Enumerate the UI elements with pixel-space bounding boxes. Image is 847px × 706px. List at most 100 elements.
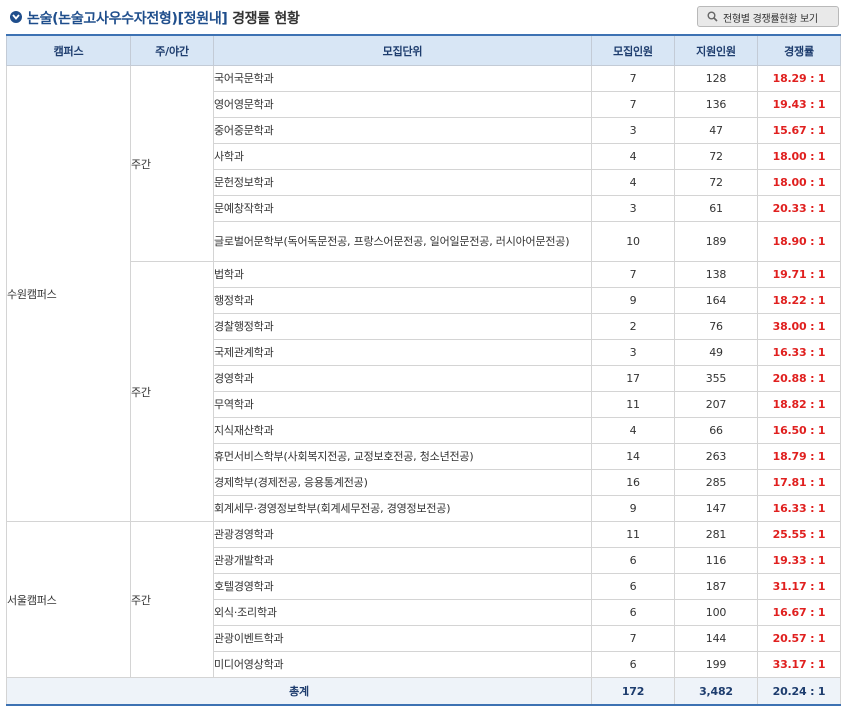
unit-cell: 경제학부(경제전공, 응용통계전공) <box>213 469 592 496</box>
chevron-circle-icon <box>10 11 22 23</box>
unit-cell: 무역학과 <box>213 391 592 418</box>
unit-cell: 미디어영상학과 <box>213 651 592 678</box>
unit-cell: 경영학과 <box>213 365 592 392</box>
applicants-cell: 199 <box>674 651 758 678</box>
title-bar: 논술(논술고사우수자전형)[정원내] 경쟁률 현황 전형별 경쟁률현황 보기 <box>8 6 841 30</box>
col-header-unit: 모집단위 <box>213 34 592 66</box>
applicants-cell: 100 <box>674 599 758 626</box>
unit-cell: 회계세무·경영정보학부(회계세무전공, 경영정보전공) <box>213 495 592 522</box>
ratio-cell: 38.00 : 1 <box>757 313 841 340</box>
unit-cell: 관광이벤트학과 <box>213 625 592 652</box>
unit-cell: 외식·조리학과 <box>213 599 592 626</box>
applicants-cell: 76 <box>674 313 758 340</box>
unit-cell: 법학과 <box>213 261 592 288</box>
ratio-cell: 18.22 : 1 <box>757 287 841 314</box>
unit-cell: 국제관계학과 <box>213 339 592 366</box>
quota-cell: 17 <box>591 365 675 392</box>
total-row: 총계 172 3,482 20.24 : 1 <box>6 677 841 706</box>
page-title: 논술(논술고사우수자전형)[정원내] 경쟁률 현황 <box>27 8 300 28</box>
table-header-row: 캠퍼스 주/야간 모집단위 모집인원 지원인원 경쟁률 <box>6 34 841 66</box>
unit-cell: 행정학과 <box>213 287 592 314</box>
quota-cell: 6 <box>591 547 675 574</box>
ratio-cell: 33.17 : 1 <box>757 651 841 678</box>
quota-cell: 6 <box>591 599 675 626</box>
col-header-quota: 모집인원 <box>591 34 675 66</box>
ratio-cell: 20.57 : 1 <box>757 625 841 652</box>
ratio-cell: 20.88 : 1 <box>757 365 841 392</box>
applicants-cell: 187 <box>674 573 758 600</box>
applicants-cell: 147 <box>674 495 758 522</box>
daynight-cell: 주간 <box>130 261 214 522</box>
total-ratio-cell: 20.24 : 1 <box>757 677 841 706</box>
unit-cell: 글로벌어문학부(독어독문전공, 프랑스어문전공, 일어일문전공, 러시아어문전공… <box>213 221 592 262</box>
ratio-cell: 19.33 : 1 <box>757 547 841 574</box>
ratio-cell: 15.67 : 1 <box>757 117 841 144</box>
ratio-cell: 18.90 : 1 <box>757 221 841 262</box>
unit-cell: 문헌정보학과 <box>213 169 592 196</box>
quota-cell: 16 <box>591 469 675 496</box>
quota-cell: 2 <box>591 313 675 340</box>
applicants-cell: 66 <box>674 417 758 444</box>
quota-cell: 10 <box>591 221 675 262</box>
applicants-cell: 72 <box>674 169 758 196</box>
unit-cell: 국어국문학과 <box>213 65 592 92</box>
unit-cell: 휴먼서비스학부(사회복지전공, 교정보호전공, 청소년전공) <box>213 443 592 470</box>
quota-cell: 14 <box>591 443 675 470</box>
ratio-cell: 19.71 : 1 <box>757 261 841 288</box>
col-header-campus: 캠퍼스 <box>6 34 131 66</box>
quota-cell: 4 <box>591 417 675 444</box>
ratio-cell: 16.33 : 1 <box>757 339 841 366</box>
unit-cell: 문예창작학과 <box>213 195 592 222</box>
quota-cell: 3 <box>591 339 675 366</box>
ratio-cell: 19.43 : 1 <box>757 91 841 118</box>
applicants-cell: 128 <box>674 65 758 92</box>
unit-cell: 관광개발학과 <box>213 547 592 574</box>
campus-cell: 수원캠퍼스 <box>6 65 131 522</box>
ratio-cell: 18.82 : 1 <box>757 391 841 418</box>
campus-cell: 서울캠퍼스 <box>6 521 131 678</box>
unit-cell: 경찰행정학과 <box>213 313 592 340</box>
daynight-cell: 주간 <box>130 65 214 262</box>
page-title-highlight: 논술(논술고사우수자전형)[정원내] <box>27 11 228 27</box>
quota-cell: 7 <box>591 91 675 118</box>
quota-cell: 9 <box>591 287 675 314</box>
table-body: 수원캠퍼스 주간 국어국문학과 7 128 18.29 : 1 영어영문학과 7 136 19.4… <box>6 65 841 706</box>
quota-cell: 6 <box>591 573 675 600</box>
quota-cell: 6 <box>591 651 675 678</box>
applicants-cell: 136 <box>674 91 758 118</box>
ratio-cell: 16.67 : 1 <box>757 599 841 626</box>
applicants-cell: 263 <box>674 443 758 470</box>
ratio-cell: 18.29 : 1 <box>757 65 841 92</box>
applicants-cell: 164 <box>674 287 758 314</box>
unit-cell: 영어영문학과 <box>213 91 592 118</box>
unit-cell: 사학과 <box>213 143 592 170</box>
applicants-cell: 49 <box>674 339 758 366</box>
ratio-cell: 18.00 : 1 <box>757 169 841 196</box>
competition-rate-table: 캠퍼스 주/야간 모집단위 모집인원 지원인원 경쟁률 수원캠퍼스 주간 국어국문학… <box>6 34 841 706</box>
table-row: 서울캠퍼스 주간 관광경영학과 11 281 25.55 : 1 <box>6 521 841 678</box>
quota-cell: 7 <box>591 261 675 288</box>
total-quota-cell: 172 <box>591 677 675 706</box>
unit-cell: 관광경영학과 <box>213 521 592 548</box>
quota-cell: 11 <box>591 391 675 418</box>
total-label-cell: 총계 <box>6 677 592 706</box>
applicants-cell: 144 <box>674 625 758 652</box>
quota-cell: 4 <box>591 169 675 196</box>
table-row: 주간 법학과 7 138 19.71 : 1 <box>7 261 841 522</box>
view-button-label: 전형별 경쟁률현황 보기 <box>723 14 818 25</box>
view-by-admission-type-button[interactable]: 전형별 경쟁률현황 보기 <box>697 6 839 27</box>
ratio-cell: 25.55 : 1 <box>757 521 841 548</box>
col-header-applicants: 지원인원 <box>674 34 758 66</box>
applicants-cell: 72 <box>674 143 758 170</box>
col-header-daynight: 주/야간 <box>130 34 214 66</box>
applicants-cell: 285 <box>674 469 758 496</box>
applicants-cell: 189 <box>674 221 758 262</box>
quota-cell: 7 <box>591 625 675 652</box>
quota-cell: 3 <box>591 117 675 144</box>
quota-cell: 4 <box>591 143 675 170</box>
total-applicants-cell: 3,482 <box>674 677 758 706</box>
unit-cell: 호텔경영학과 <box>213 573 592 600</box>
quota-cell: 7 <box>591 65 675 92</box>
search-icon <box>707 11 718 25</box>
applicants-cell: 207 <box>674 391 758 418</box>
